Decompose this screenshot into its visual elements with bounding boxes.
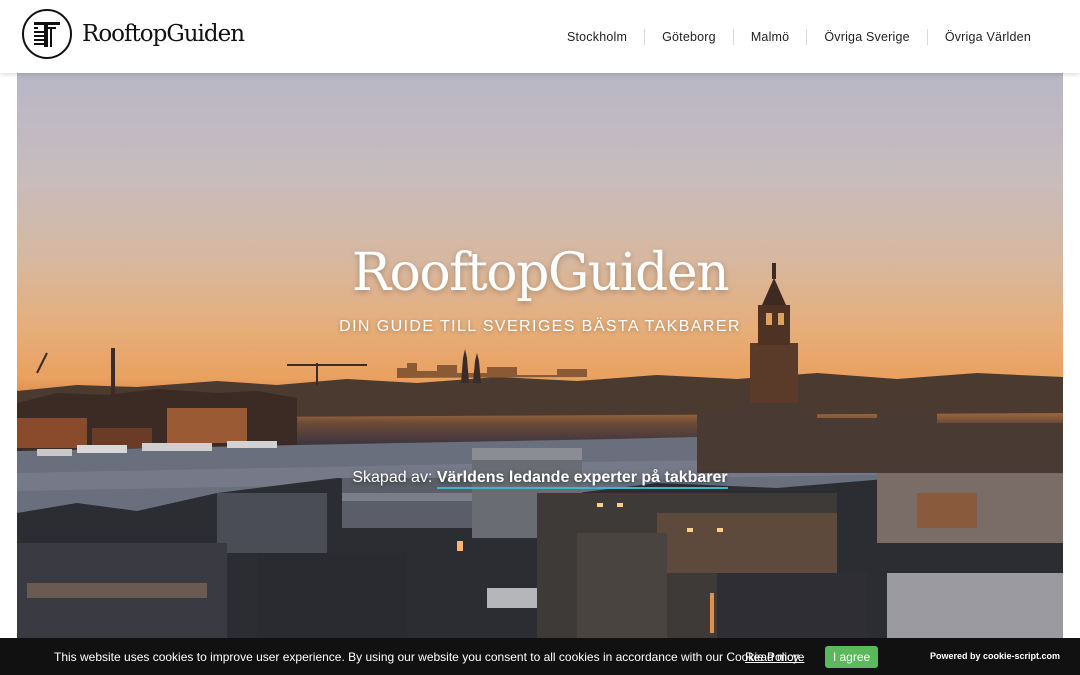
nav-item-goteborg[interactable]: Göteborg	[644, 29, 733, 45]
logo[interactable]: RooftopGuiden	[22, 9, 245, 59]
credit-prefix: Skapad av:	[352, 469, 433, 486]
city-skyline-image	[17, 263, 1063, 638]
logo-icon	[22, 9, 72, 59]
hero-credit: Skapad av: Världens ledande experter på …	[17, 469, 1063, 489]
main-nav: Stockholm Göteborg Malmö Övriga Sverige …	[550, 29, 1048, 45]
site-header: RooftopGuiden Stockholm Göteborg Malmö Ö…	[0, 0, 1080, 73]
hero-title: RooftopGuiden	[351, 243, 730, 303]
hero-subtitle: DIN GUIDE TILL SVERIGES BÄSTA TAKBARER	[339, 318, 741, 335]
cookie-banner: This website uses cookies to improve use…	[0, 638, 1080, 675]
nav-item-ovriga-sverige[interactable]: Övriga Sverige	[806, 29, 926, 45]
credit-link[interactable]: Världens ledande experter på takbarer	[436, 469, 728, 489]
nav-item-stockholm[interactable]: Stockholm	[550, 29, 644, 45]
cookie-message: This website uses cookies to improve use…	[54, 650, 802, 664]
nav-item-malmo[interactable]: Malmö	[732, 29, 807, 45]
cookie-powered-by[interactable]: Powered by cookie-script.com	[930, 651, 1060, 661]
hero-image: RooftopGuiden DIN GUIDE TILL SVERIGES BÄ…	[17, 73, 1063, 638]
nav-item-ovriga-varlden[interactable]: Övriga Världen	[926, 29, 1048, 45]
logo-text: RooftopGuiden	[82, 21, 245, 47]
cookie-read-more-link[interactable]: Read more	[745, 650, 804, 664]
cookie-agree-button[interactable]: I agree	[825, 646, 878, 668]
